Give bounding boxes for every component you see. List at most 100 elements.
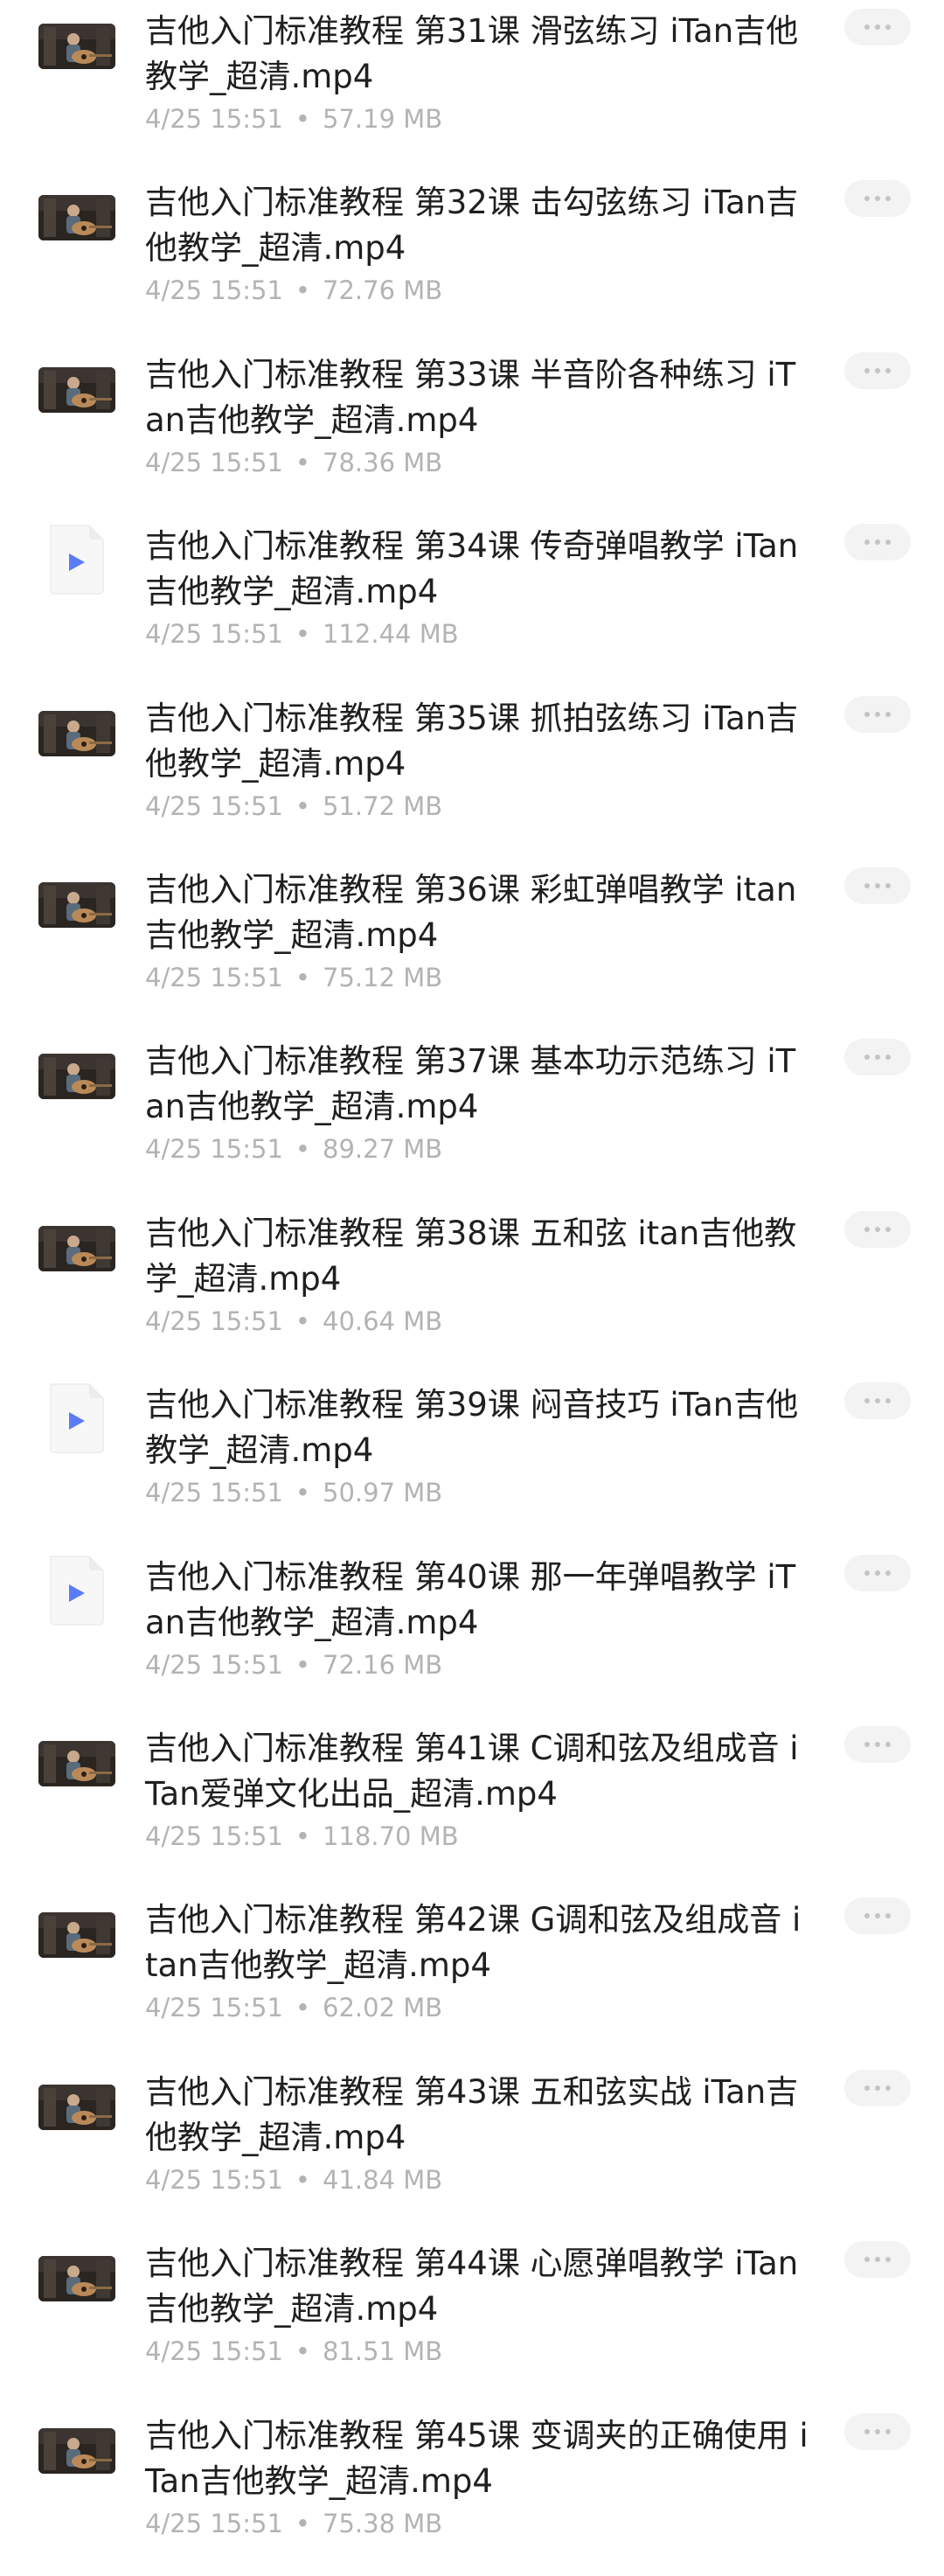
file-list-item[interactable]: 吉他入门标准教程 第38课 五和弦 itan吉他教学_超清.mp4 4/25 15… <box>0 1202 944 1374</box>
more-horizontal-icon <box>875 368 880 373</box>
file-date: 4/25 15:51 <box>145 1821 283 1851</box>
more-options-button[interactable] <box>844 2413 911 2450</box>
file-list-item[interactable]: 吉他入门标准教程 第34课 传奇弹唱教学 iTan吉他教学_超清.mp4 4/25… <box>0 515 944 686</box>
meta-separator: • <box>295 963 311 992</box>
file-list-item[interactable]: 吉他入门标准教程 第31课 滑弦练习 iTan吉他教学_超清.mp4 4/25 1… <box>0 0 944 171</box>
more-options-button[interactable] <box>844 9 911 45</box>
more-options-button[interactable] <box>844 1039 911 1076</box>
file-size: 118.70 MB <box>323 1821 459 1851</box>
file-size: 72.16 MB <box>323 1650 443 1680</box>
file-meta: 4/25 15:51 • 50.97 MB <box>145 1477 442 1508</box>
file-name: 吉他入门标准教程 第33课 半音阶各种练习 iTan吉他教学_超清.mp4 <box>145 356 796 439</box>
video-thumbnail-icon <box>38 1054 115 1099</box>
more-horizontal-icon <box>875 1570 880 1576</box>
file-size: 89.27 MB <box>323 1134 443 1164</box>
file-list-item[interactable]: 吉他入门标准教程 第40课 那一年弹唱教学 iTan吉他教学_超清.mp4 4/2… <box>0 1546 944 1717</box>
file-name: 吉他入门标准教程 第32课 击勾弦练习 iTan吉他教学_超清.mp4 <box>145 184 799 267</box>
video-thumbnail-icon <box>38 367 115 413</box>
video-thumbnail-icon <box>38 1741 115 1786</box>
file-name: 吉他入门标准教程 第31课 滑弦练习 iTan吉他教学_超清.mp4 <box>145 12 799 95</box>
video-thumbnail-icon <box>38 1912 115 1958</box>
file-date: 4/25 15:51 <box>145 619 283 649</box>
file-list-item[interactable]: 吉他入门标准教程 第36课 彩虹弹唱教学 itan吉他教学_超清.mp4 4/25… <box>0 859 944 1030</box>
more-options-button[interactable] <box>844 1555 911 1591</box>
video-thumbnail-icon <box>38 1226 115 1271</box>
file-size: 41.84 MB <box>323 2165 443 2195</box>
file-list-item[interactable]: 吉他入门标准教程 第37课 基本功示范练习 iTan吉他教学_超清.mp4 4/2… <box>0 1030 944 1201</box>
file-name: 吉他入门标准教程 第40课 那一年弹唱教学 iTan吉他教学_超清.mp4 <box>145 1558 796 1641</box>
file-size: 75.38 MB <box>323 2509 443 2538</box>
file-list-item[interactable]: 吉他入门标准教程 第43课 五和弦实战 iTan吉他教学_超清.mp4 4/25 … <box>0 2061 944 2232</box>
more-options-button[interactable] <box>844 1211 911 1248</box>
more-horizontal-icon <box>885 368 891 373</box>
file-list-item[interactable]: 吉他入门标准教程 第41课 C调和弦及组成音 iTan爱弹文化出品_超清.mp4… <box>0 1717 944 1889</box>
more-options-button[interactable] <box>844 2241 911 2278</box>
file-date: 4/25 15:51 <box>145 2509 283 2538</box>
meta-separator: • <box>295 448 311 477</box>
file-list-item[interactable]: 吉他入门标准教程 第44课 心愿弹唱教学 iTan吉他教学_超清.mp4 4/25… <box>0 2232 944 2404</box>
file-meta: 4/25 15:51 • 78.36 MB <box>145 447 442 478</box>
more-horizontal-icon <box>875 1398 880 1403</box>
meta-separator: • <box>295 1993 311 2023</box>
file-name: 吉他入门标准教程 第42课 G调和弦及组成音 itan吉他教学_超清.mp4 <box>145 1901 802 1984</box>
more-horizontal-icon <box>885 883 891 888</box>
file-date: 4/25 15:51 <box>145 1478 283 1507</box>
more-horizontal-icon <box>864 1227 870 1232</box>
more-options-button[interactable] <box>844 1897 911 1934</box>
more-options-button[interactable] <box>844 180 911 217</box>
more-horizontal-icon <box>864 2429 870 2434</box>
more-horizontal-icon <box>875 1227 880 1232</box>
file-date: 4/25 15:51 <box>145 791 283 821</box>
more-options-button[interactable] <box>844 1726 911 1763</box>
meta-separator: • <box>295 791 311 821</box>
file-date: 4/25 15:51 <box>145 1993 283 2023</box>
file-list-item[interactable]: 吉他入门标准教程 第42课 G调和弦及组成音 itan吉他教学_超清.mp4 4/… <box>0 1889 944 2060</box>
file-meta: 4/25 15:51 • 57.19 MB <box>145 103 442 135</box>
file-size: 78.36 MB <box>323 448 443 477</box>
file-size: 57.19 MB <box>323 104 443 134</box>
video-file-icon <box>45 1553 108 1626</box>
file-meta: 4/25 15:51 • 75.12 MB <box>145 962 442 993</box>
more-horizontal-icon <box>864 368 870 373</box>
video-thumbnail-icon <box>38 195 115 240</box>
file-meta: 4/25 15:51 • 118.70 MB <box>145 1821 459 1852</box>
file-meta: 4/25 15:51 • 62.02 MB <box>145 1992 442 2023</box>
file-meta: 4/25 15:51 • 72.16 MB <box>145 1649 442 1681</box>
meta-separator: • <box>295 1821 311 1851</box>
file-meta: 4/25 15:51 • 75.38 MB <box>145 2508 442 2539</box>
more-horizontal-icon <box>864 2257 870 2262</box>
more-horizontal-icon <box>885 1913 891 1918</box>
file-date: 4/25 15:51 <box>145 104 283 134</box>
more-horizontal-icon <box>885 712 891 717</box>
more-options-button[interactable] <box>844 696 911 733</box>
file-meta: 4/25 15:51 • 112.44 MB <box>145 618 459 650</box>
meta-separator: • <box>295 275 311 305</box>
meta-separator: • <box>295 2336 311 2366</box>
more-horizontal-icon <box>885 24 891 30</box>
file-date: 4/25 15:51 <box>145 2336 283 2366</box>
file-name: 吉他入门标准教程 第44课 心愿弹唱教学 iTan吉他教学_超清.mp4 <box>145 2245 799 2328</box>
meta-separator: • <box>295 1134 311 1164</box>
more-options-button[interactable] <box>844 867 911 904</box>
file-name: 吉他入门标准教程 第39课 闷音技巧 iTan吉他教学_超清.mp4 <box>145 1386 799 1469</box>
more-horizontal-icon <box>875 1742 880 1747</box>
more-options-button[interactable] <box>844 524 911 560</box>
file-date: 4/25 15:51 <box>145 963 283 992</box>
file-size: 75.12 MB <box>323 963 443 992</box>
file-name: 吉他入门标准教程 第34课 传奇弹唱教学 iTan吉他教学_超清.mp4 <box>145 527 799 610</box>
meta-separator: • <box>295 2509 311 2538</box>
file-date: 4/25 15:51 <box>145 1134 283 1164</box>
file-list-item[interactable]: 吉他入门标准教程 第45课 变调夹的正确使用 iTan吉他教学_超清.mp4 4/… <box>0 2405 944 2576</box>
more-horizontal-icon <box>875 1055 880 1060</box>
file-meta: 4/25 15:51 • 40.64 MB <box>145 1305 442 1337</box>
more-horizontal-icon <box>875 883 880 888</box>
file-list-item[interactable]: 吉他入门标准教程 第39课 闷音技巧 iTan吉他教学_超清.mp4 4/25 1… <box>0 1374 944 1545</box>
more-horizontal-icon <box>885 2257 891 2262</box>
file-list-item[interactable]: 吉他入门标准教程 第35课 抓拍弦练习 iTan吉他教学_超清.mp4 4/25 … <box>0 687 944 859</box>
more-options-button[interactable] <box>844 2070 911 2106</box>
more-horizontal-icon <box>885 1055 891 1060</box>
more-options-button[interactable] <box>844 352 911 389</box>
more-options-button[interactable] <box>844 1382 911 1419</box>
file-list-item[interactable]: 吉他入门标准教程 第32课 击勾弦练习 iTan吉他教学_超清.mp4 4/25 … <box>0 171 944 343</box>
file-list-item[interactable]: 吉他入门标准教程 第33课 半音阶各种练习 iTan吉他教学_超清.mp4 4/2… <box>0 344 944 515</box>
